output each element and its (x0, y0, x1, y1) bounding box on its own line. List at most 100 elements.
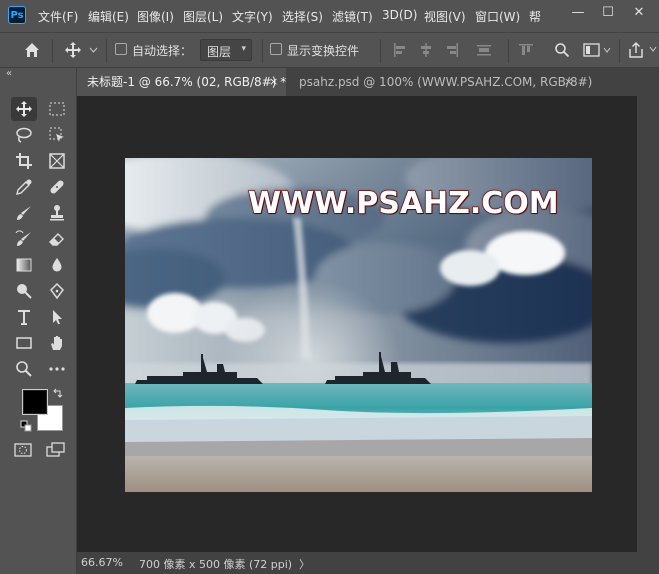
zoom-tool[interactable] (11, 357, 37, 381)
foreground-color-swatch[interactable] (22, 389, 48, 415)
path-selection-tool[interactable] (44, 305, 70, 329)
chevron-down-icon[interactable] (89, 47, 98, 53)
menu-layer[interactable]: 图层(L) (183, 8, 223, 25)
menu-filter[interactable]: 滤镜(T) (332, 8, 373, 25)
menu-bar: Ps 文件(F) 编辑(E) 图像(I) 图层(L) 文字(Y) 选择(S) 滤… (0, 0, 659, 32)
workspace-icon[interactable] (583, 42, 601, 58)
chevron-down-icon[interactable] (603, 47, 611, 53)
water-drop-icon (52, 258, 62, 272)
share-icon[interactable] (628, 41, 644, 59)
align-top-icon[interactable] (518, 42, 534, 58)
chevron-down-icon[interactable] (649, 45, 657, 55)
menu-image[interactable]: 图像(I) (137, 8, 174, 25)
type-icon (18, 310, 30, 325)
move-icon (16, 101, 32, 117)
eyedropper-tool[interactable] (11, 175, 37, 199)
close-button[interactable]: ✕ (624, 2, 654, 24)
zoom-level[interactable]: 66.67% (81, 556, 123, 569)
rectangle-tool[interactable] (11, 331, 37, 355)
auto-select-value: 图层 (207, 45, 232, 59)
show-transform-label: 显示变换控件 (287, 44, 360, 58)
status-bar: 66.67% 700 像素 x 500 像素 (72 ppi) 〉 (77, 552, 659, 574)
object-selection-tool[interactable] (44, 123, 70, 147)
arrow-pointer-icon (53, 310, 62, 324)
dodge-tool[interactable] (11, 279, 37, 303)
align-center-icon[interactable] (418, 42, 434, 58)
eraser-icon (49, 233, 64, 246)
hand-tool[interactable] (44, 331, 70, 355)
dodge-icon (17, 284, 32, 299)
menu-type[interactable]: 文字(Y) (232, 8, 273, 25)
frame-icon (49, 153, 65, 169)
crop-tool[interactable] (11, 149, 37, 173)
clone-stamp-tool[interactable] (44, 201, 70, 225)
auto-select-checkbox[interactable] (115, 43, 127, 55)
distribute-vertical-icon[interactable] (476, 42, 492, 58)
bandage-icon (50, 180, 64, 194)
menu-select[interactable]: 选择(S) (282, 8, 323, 25)
more-tools[interactable] (44, 357, 70, 381)
blur-tool[interactable] (44, 253, 70, 277)
watermark-text: WWW.PSAHZ.COM (247, 185, 559, 221)
swap-colors-icon[interactable] (52, 388, 64, 400)
menu-file[interactable]: 文件(F) (38, 8, 78, 25)
menu-help[interactable]: 帮 (529, 8, 541, 25)
document-tabs: 未标题-1 @ 66.7% (02, RGB/8#) * × psahz.psd… (77, 68, 659, 96)
tab-untitled-1[interactable]: 未标题-1 @ 66.7% (02, RGB/8#) * × (77, 68, 286, 96)
more-icon (49, 367, 65, 371)
menu-edit[interactable]: 编辑(E) (88, 8, 129, 25)
pen-icon (50, 282, 64, 300)
screen-mode-icon[interactable] (46, 442, 66, 458)
move-tool[interactable] (11, 97, 37, 121)
history-brush-tool[interactable] (11, 227, 37, 251)
menu-3d[interactable]: 3D(D) (382, 8, 417, 22)
default-colors-icon[interactable] (20, 420, 32, 432)
search-icon[interactable] (554, 42, 570, 58)
brush-icon (17, 206, 31, 220)
move-tool-icon[interactable] (64, 41, 82, 59)
status-menu-arrow[interactable]: 〉 (299, 556, 310, 572)
healing-brush-tool[interactable] (44, 175, 70, 199)
rectangle-icon (16, 337, 32, 349)
crop-icon (16, 153, 32, 169)
lasso-tool[interactable] (11, 123, 37, 147)
history-brush-icon (15, 230, 31, 246)
auto-select-label: 自动选择： (132, 44, 193, 58)
tab-label: 未标题-1 @ 66.7% (02, RGB/8#) * (87, 75, 287, 89)
type-tool[interactable] (11, 305, 37, 329)
show-transform-checkbox[interactable] (270, 43, 282, 55)
eraser-tool[interactable] (44, 227, 70, 251)
rectangular-marquee-icon (49, 102, 65, 116)
pen-tool[interactable] (44, 279, 70, 303)
lasso-icon (16, 127, 32, 143)
quick-mask-icon[interactable] (14, 442, 32, 458)
minimize-button[interactable]: — (563, 2, 593, 24)
gradient-tool[interactable] (11, 253, 37, 277)
align-left-icon[interactable] (392, 42, 408, 58)
hand-icon (51, 336, 62, 350)
tab-label: psahz.psd @ 100% (WWW.PSAHZ.COM, RGB/8#) (299, 75, 593, 89)
align-right-icon[interactable] (444, 42, 460, 58)
home-icon[interactable] (23, 41, 41, 59)
brush-tool[interactable] (11, 201, 37, 225)
zoom-icon (16, 361, 32, 377)
chevron-down-icon: ▾ (241, 44, 246, 54)
menu-view[interactable]: 视图(V) (424, 8, 466, 25)
collapse-toolbox-icon[interactable]: « (6, 68, 12, 79)
close-tab-icon[interactable]: × (269, 68, 278, 96)
auto-select-dropdown[interactable]: 图层 ▾ (200, 39, 252, 61)
gradient-icon (16, 258, 32, 272)
frame-tool[interactable] (44, 149, 70, 173)
maximize-button[interactable]: ☐ (593, 2, 623, 24)
options-bar: 自动选择： 图层 ▾ 显示变换控件 (0, 32, 659, 68)
stamp-icon (50, 205, 64, 221)
eyedropper-icon (16, 179, 32, 195)
tab-psahz[interactable]: psahz.psd @ 100% (WWW.PSAHZ.COM, RGB/8#)… (289, 68, 592, 96)
object-selection-icon (49, 127, 64, 142)
document-info: 700 像素 x 500 像素 (72 ppi) (139, 558, 293, 571)
photoshop-logo: Ps (8, 6, 26, 24)
vertical-scrollbar[interactable] (637, 96, 659, 552)
close-tab-icon[interactable]: × (564, 68, 573, 96)
marquee-tool[interactable] (44, 97, 70, 121)
menu-window[interactable]: 窗口(W) (475, 8, 520, 25)
